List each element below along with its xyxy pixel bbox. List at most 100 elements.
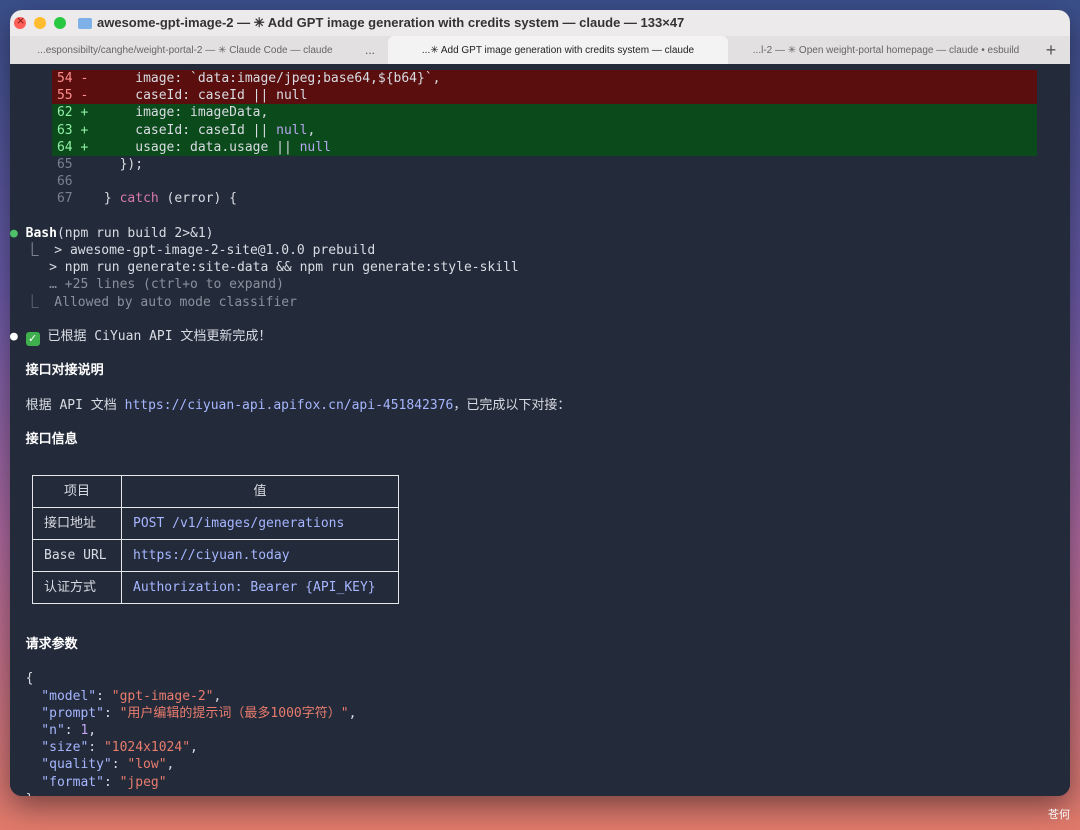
bash-output-text: ⎿ Allowed by auto mode classifier bbox=[10, 294, 297, 310]
heading-request-params: 请求参数 bbox=[25, 637, 78, 652]
zoom-button[interactable] bbox=[54, 17, 66, 29]
code-text: (error) { bbox=[158, 191, 238, 207]
description-text: ，已完成以下对接： bbox=[453, 397, 571, 413]
diff-code: , bbox=[307, 122, 316, 138]
table-header-row: 项目 值 bbox=[32, 475, 399, 508]
watermark: 苍何 bbox=[1048, 809, 1070, 821]
close-button[interactable] bbox=[14, 14, 26, 29]
json-value: "low" bbox=[127, 757, 167, 773]
json-value: "1024x1024" bbox=[103, 740, 191, 756]
json-line: "quality": "low", bbox=[25, 757, 175, 773]
tab-weight-portal[interactable]: ...esponsibilty/canghe/weight-portal-2 —… bbox=[10, 36, 360, 64]
diff-code: image: `data:image/jpeg;base64,${b64}`, bbox=[88, 71, 441, 86]
json-brace: { bbox=[25, 671, 34, 687]
table-row: Base URL https://ciyuan.today bbox=[32, 539, 399, 572]
json-value: 1 bbox=[80, 723, 89, 738]
summary-line: ● ✓ 已根据 CiYuan API 文档更新完成！ bbox=[10, 328, 1070, 346]
diff-code-null: null bbox=[299, 139, 331, 155]
bash-output-line: > npm run generate:site-data && npm run … bbox=[10, 259, 1070, 276]
code-line: 65 }); bbox=[10, 156, 1070, 173]
json-brace: } bbox=[26, 792, 34, 796]
bash-command: (npm run build 2>&1) bbox=[56, 225, 214, 241]
table-header: 值 bbox=[121, 475, 399, 508]
summary-text: 已根据 CiYuan API 文档更新完成！ bbox=[39, 329, 272, 344]
json-key: "model" bbox=[25, 688, 97, 704]
table-header: 项目 bbox=[32, 475, 122, 508]
json-line: "n": 1, bbox=[25, 723, 97, 738]
diff-code: usage: data.usage || bbox=[88, 139, 300, 155]
heading-integration: 接口对接说明 bbox=[25, 363, 104, 379]
section-heading: 请求参数 bbox=[10, 636, 1070, 653]
json-key: "n" bbox=[25, 723, 65, 738]
json-line: "format": "jpeg" bbox=[25, 774, 167, 790]
api-doc-link[interactable]: https://ciyuan-api.apifox.cn/api-4518423… bbox=[125, 398, 454, 413]
expand-hint[interactable]: … +25 lines (ctrl+o to expand) bbox=[10, 276, 1070, 293]
diff-code: caseId: caseId || bbox=[88, 122, 277, 138]
message-dot-icon: ● bbox=[10, 329, 18, 344]
terminal-content[interactable]: 54 - image: `data:image/jpeg;base64,${b6… bbox=[10, 64, 1070, 796]
table-cell-label: 接口地址 bbox=[32, 507, 122, 540]
window-controls bbox=[14, 14, 66, 29]
diff-line: 63 + caseId: caseId || null, bbox=[10, 122, 1070, 139]
json-line: { bbox=[10, 670, 1070, 687]
bash-output-line: ⎿ > awesome-gpt-image-2-site@1.0.0 prebu… bbox=[10, 242, 1070, 259]
code-text: }); bbox=[88, 157, 144, 172]
json-key: "format" bbox=[25, 774, 104, 790]
window-title: awesome-gpt-image-2 — ✳ Add GPT image ge… bbox=[78, 15, 684, 31]
folder-icon bbox=[78, 17, 92, 29]
description-text: 根据 API 文档 bbox=[25, 397, 125, 413]
code-line: 67 } catch (error) { bbox=[10, 190, 1070, 207]
diff-code-null: null bbox=[276, 122, 308, 138]
json-key: "quality" bbox=[25, 757, 112, 773]
json-line: "model": "gpt-image-2", bbox=[25, 688, 222, 704]
bash-output-line: ⎿ Allowed by auto mode classifier bbox=[10, 294, 1070, 311]
table-cell-value: Authorization: Bearer {API_KEY} bbox=[121, 571, 399, 604]
json-line: "size": "1024x1024", bbox=[25, 740, 198, 756]
json-value: "用户编辑的提示词（最多1000字符）" bbox=[119, 705, 349, 721]
description-line: 根据 API 文档 https://ciyuan-api.apifox.cn/a… bbox=[10, 397, 1070, 414]
line-number: 67 bbox=[56, 191, 73, 207]
diff-line: 54 - image: `data:image/jpeg;base64,${b6… bbox=[10, 70, 1070, 87]
tab-overflow-indicator[interactable]: ... bbox=[360, 36, 380, 64]
diff-code: image: imageData, bbox=[88, 105, 269, 121]
diff-line: 64 + usage: data.usage || null bbox=[10, 139, 1070, 156]
line-number: 55 bbox=[56, 88, 73, 104]
window-title-text: awesome-gpt-image-2 — ✳ Add GPT image ge… bbox=[97, 15, 685, 30]
line-number: 66 bbox=[56, 174, 73, 190]
table-row: 接口地址 POST /v1/images/generations bbox=[32, 507, 399, 540]
json-line: } bbox=[10, 791, 1070, 796]
tab-bar: ...esponsibilty/canghe/weight-portal-2 —… bbox=[10, 36, 1070, 65]
json-key: "size" bbox=[25, 740, 89, 756]
title-bar: awesome-gpt-image-2 — ✳ Add GPT image ge… bbox=[10, 10, 1070, 36]
tab-active[interactable]: ...✳ Add GPT image generation with credi… bbox=[388, 36, 728, 64]
section-heading: 接口信息 bbox=[10, 431, 1070, 448]
code-keyword: catch bbox=[119, 191, 159, 207]
minimize-button[interactable] bbox=[34, 17, 46, 29]
new-tab-button[interactable]: + bbox=[1036, 36, 1066, 64]
bash-output-text: > npm run generate:site-data && npm run … bbox=[10, 260, 519, 276]
table-cell-value[interactable]: https://ciyuan.today bbox=[121, 539, 399, 572]
line-number: 54 bbox=[56, 71, 73, 86]
diff-code: caseId: caseId || null bbox=[88, 88, 308, 104]
line-number: 65 bbox=[56, 157, 73, 172]
heading-interface-info: 接口信息 bbox=[25, 432, 78, 448]
status-dot-icon: ● bbox=[10, 225, 18, 241]
code-line: 66 bbox=[10, 173, 1070, 190]
terminal-window: awesome-gpt-image-2 — ✳ Add GPT image ge… bbox=[10, 10, 1070, 796]
tab-open-weight-portal[interactable]: ...l-2 — ✳ Open weight-portal homepage —… bbox=[736, 36, 1036, 64]
code-text: } bbox=[88, 191, 120, 207]
diff-line: 62 + image: imageData, bbox=[10, 104, 1070, 121]
table-cell-label: Base URL bbox=[32, 539, 122, 572]
bash-tool-line: ● Bash(npm run build 2>&1) bbox=[10, 225, 1070, 242]
json-key: "prompt" bbox=[25, 705, 104, 721]
line-number: 63 bbox=[56, 122, 73, 138]
line-number: 64 bbox=[56, 139, 73, 155]
diff-line: 55 - caseId: caseId || null bbox=[10, 87, 1070, 104]
table-cell-label: 认证方式 bbox=[32, 571, 122, 604]
json-value: "jpeg" bbox=[119, 774, 167, 790]
expand-hint-text: … +25 lines (ctrl+o to expand) bbox=[10, 277, 284, 293]
line-number: 62 bbox=[56, 105, 73, 121]
interface-info-table: 项目 值 接口地址 POST /v1/images/generations Ba… bbox=[32, 475, 399, 604]
json-line: "prompt": "用户编辑的提示词（最多1000字符）", bbox=[25, 705, 357, 721]
json-value: "gpt-image-2" bbox=[111, 688, 214, 704]
